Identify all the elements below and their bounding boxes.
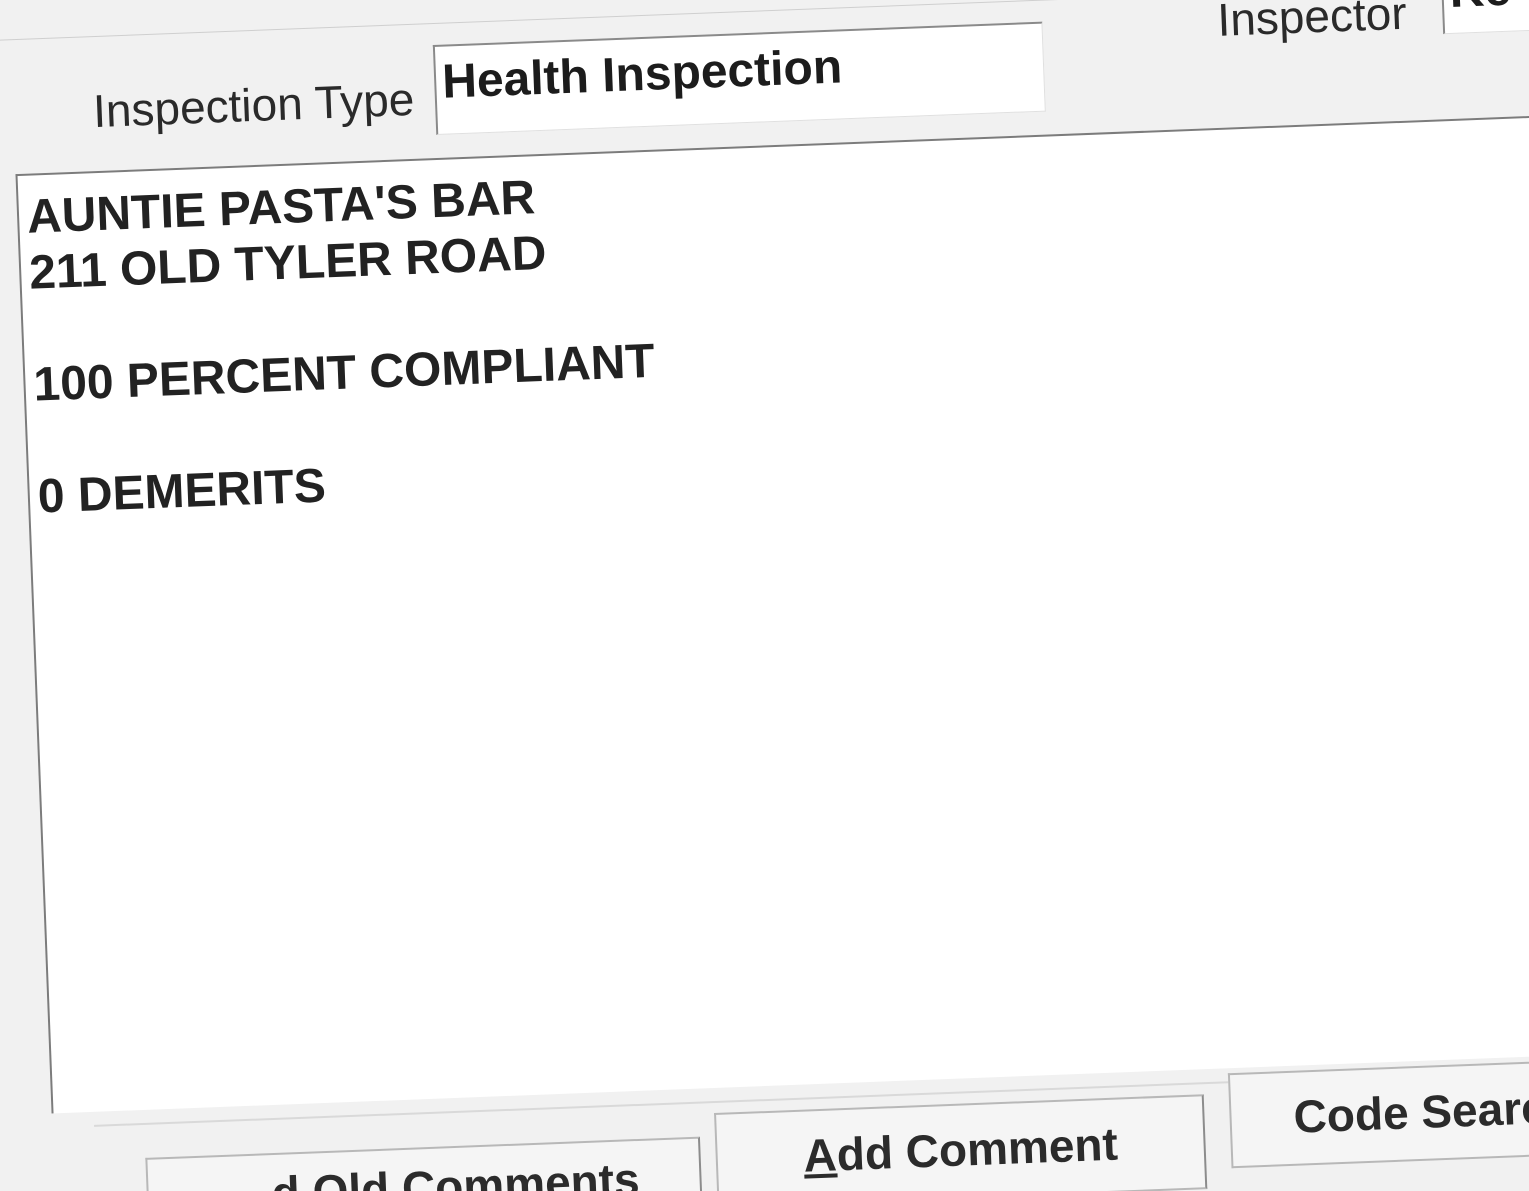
- scanned-screen: Inspection Type Health Inspection Inspec…: [0, 0, 1529, 1191]
- old-comments-button-label: d Old Comments: [270, 1152, 641, 1191]
- add-comment-mnemonic: A: [802, 1128, 838, 1182]
- comments-textarea[interactable]: AUNTIE PASTA'S BAR 211 OLD TYLER ROAD 10…: [15, 114, 1529, 1114]
- add-comment-button[interactable]: Add Comment: [714, 1094, 1208, 1191]
- old-comments-button[interactable]: d Old Comments: [145, 1136, 703, 1191]
- inspection-type-label: Inspection Type: [92, 72, 416, 138]
- add-comment-button-label: dd Comment: [835, 1117, 1119, 1181]
- inspection-form: Inspection Type Health Inspection Inspec…: [0, 0, 1529, 1191]
- inspection-type-field[interactable]: Health Inspection: [432, 21, 1046, 135]
- inspector-label: Inspector: [1216, 0, 1408, 46]
- code-search-button-label: Code Search: [1292, 1080, 1529, 1143]
- code-search-button[interactable]: Code Search: [1227, 1057, 1529, 1169]
- inspector-field[interactable]: Ke: [1440, 0, 1529, 35]
